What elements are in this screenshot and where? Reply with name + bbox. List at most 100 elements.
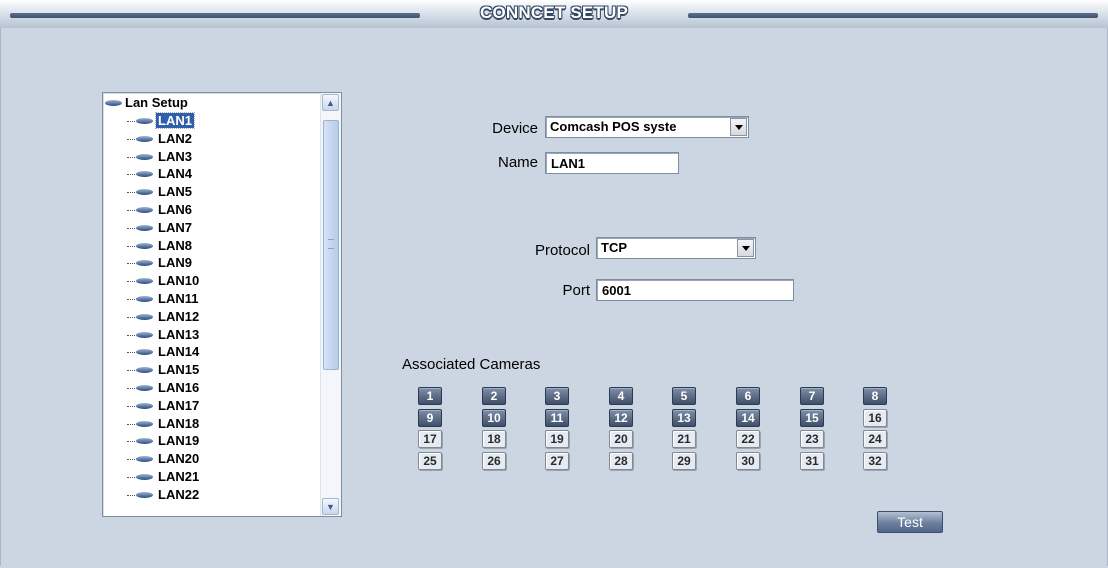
scroll-grip — [328, 239, 334, 249]
tree-connector — [127, 192, 135, 194]
camera-toggle-31[interactable]: 31 — [800, 452, 824, 470]
camera-toggle-6[interactable]: 6 — [736, 387, 760, 405]
chevron-down-icon[interactable] — [730, 118, 747, 136]
tree-item-label: LAN13 — [158, 327, 200, 342]
tree-item-lan20[interactable]: LAN20 — [127, 451, 201, 466]
tree-item-label: LAN9 — [158, 255, 192, 270]
camera-toggle-12[interactable]: 12 — [609, 409, 633, 427]
port-label: Port — [562, 282, 590, 299]
camera-toggle-32[interactable]: 32 — [863, 452, 887, 470]
camera-toggle-2[interactable]: 2 — [482, 387, 506, 405]
tree-connector — [127, 281, 135, 283]
camera-toggle-7[interactable]: 7 — [800, 387, 824, 405]
camera-toggle-18[interactable]: 18 — [482, 430, 506, 448]
camera-toggle-16[interactable]: 16 — [863, 409, 887, 427]
camera-toggle-3[interactable]: 3 — [545, 387, 569, 405]
tree-item-lan11[interactable]: LAN11 — [127, 291, 200, 306]
tree-root[interactable]: Lan Setup — [105, 95, 188, 111]
scroll-thumb[interactable] — [323, 120, 339, 370]
camera-toggle-10[interactable]: 10 — [482, 409, 506, 427]
device-select[interactable]: Comcash POS systе — [545, 116, 749, 138]
tree-item-label: LAN14 — [158, 344, 200, 359]
tree-item-label: LAN19 — [158, 433, 200, 448]
name-input[interactable] — [545, 152, 679, 174]
camera-toggle-25[interactable]: 25 — [418, 452, 442, 470]
camera-toggle-9[interactable]: 9 — [418, 409, 442, 427]
tree-item-lan17[interactable]: LAN17 — [127, 398, 201, 413]
tree-item-lan2[interactable]: LAN2 — [127, 131, 194, 146]
scroll-down-arrow-icon[interactable]: ▼ — [322, 498, 339, 515]
tree-item-lan1[interactable]: LAN1 — [127, 112, 195, 129]
camera-toggle-8[interactable]: 8 — [863, 387, 887, 405]
lan-node-icon — [136, 153, 153, 160]
tree-item-lan19[interactable]: LAN19 — [127, 433, 201, 448]
lan-node-icon — [136, 277, 153, 284]
camera-toggle-13[interactable]: 13 — [672, 409, 696, 427]
lan-tree[interactable]: Lan Setup LAN1 LAN2 LAN3 LAN4 LAN5 LAN6 LAN7 LA… — [102, 92, 342, 517]
chevron-down-icon[interactable] — [737, 239, 754, 257]
lan-node-icon — [136, 242, 153, 249]
tree-connector — [127, 317, 135, 319]
camera-toggle-22[interactable]: 22 — [736, 430, 760, 448]
camera-toggle-15[interactable]: 15 — [800, 409, 824, 427]
camera-toggle-28[interactable]: 28 — [609, 452, 633, 470]
camera-toggle-30[interactable]: 30 — [736, 452, 760, 470]
tree-item-lan9[interactable]: LAN9 — [127, 255, 194, 270]
tree-connector — [127, 477, 135, 479]
tree-item-lan3[interactable]: LAN3 — [127, 149, 194, 164]
tree-item-lan7[interactable]: LAN7 — [127, 220, 194, 235]
protocol-select[interactable]: TCP — [596, 237, 756, 259]
port-input[interactable] — [596, 279, 794, 301]
tree-item-lan16[interactable]: LAN16 — [127, 380, 201, 395]
tree-connector — [127, 406, 135, 408]
tree-item-lan5[interactable]: LAN5 — [127, 184, 194, 199]
camera-toggle-5[interactable]: 5 — [672, 387, 696, 405]
lan-node-icon — [136, 455, 153, 462]
tree-item-lan18[interactable]: LAN18 — [127, 416, 201, 431]
tree-item-lan21[interactable]: LAN21 — [127, 469, 201, 484]
tree-connector — [127, 228, 135, 230]
scroll-up-arrow-icon[interactable]: ▲ — [322, 94, 339, 111]
window-title: CONNCET SETUP — [479, 3, 629, 22]
tree-item-lan15[interactable]: LAN15 — [127, 362, 201, 377]
tree-root-label: Lan Setup — [125, 95, 188, 110]
camera-toggle-17[interactable]: 17 — [418, 430, 442, 448]
camera-toggle-29[interactable]: 29 — [672, 452, 696, 470]
camera-toggle-26[interactable]: 26 — [482, 452, 506, 470]
tree-connector — [127, 263, 135, 265]
protocol-select-value: TCP — [601, 240, 627, 255]
tree-connector — [127, 139, 135, 141]
tree-item-lan4[interactable]: LAN4 — [127, 166, 194, 181]
tree-item-lan8[interactable]: LAN8 — [127, 238, 194, 253]
camera-toggle-4[interactable]: 4 — [609, 387, 633, 405]
tree-item-lan10[interactable]: LAN10 — [127, 273, 201, 288]
lan-node-icon — [136, 206, 153, 213]
lan-node-icon — [136, 259, 153, 266]
lan-node-icon — [136, 348, 153, 355]
tree-item-label: LAN7 — [158, 220, 192, 235]
camera-toggle-21[interactable]: 21 — [672, 430, 696, 448]
camera-toggle-19[interactable]: 19 — [545, 430, 569, 448]
lan-node-icon — [136, 491, 153, 498]
tree-item-lan14[interactable]: LAN14 — [127, 344, 201, 359]
camera-toggle-20[interactable]: 20 — [609, 430, 633, 448]
tree-item-label: LAN5 — [158, 184, 192, 199]
camera-toggle-14[interactable]: 14 — [736, 409, 760, 427]
lan-node-icon — [105, 99, 122, 106]
tree-item-lan12[interactable]: LAN12 — [127, 309, 201, 324]
tree-item-lan6[interactable]: LAN6 — [127, 202, 194, 217]
lan-node-icon — [136, 331, 153, 338]
test-button[interactable]: Test — [877, 511, 943, 533]
lan-node-icon — [136, 437, 153, 444]
tree-item-lan13[interactable]: LAN13 — [127, 327, 201, 342]
tree-scrollbar[interactable]: ▲ ▼ — [320, 93, 341, 516]
camera-toggle-24[interactable]: 24 — [863, 430, 887, 448]
device-label: Device — [492, 120, 538, 137]
camera-toggle-23[interactable]: 23 — [800, 430, 824, 448]
tree-connector — [127, 441, 135, 443]
camera-toggle-27[interactable]: 27 — [545, 452, 569, 470]
camera-toggle-1[interactable]: 1 — [418, 387, 442, 405]
camera-toggle-11[interactable]: 11 — [545, 409, 569, 427]
tree-item-lan22[interactable]: LAN22 — [127, 487, 201, 502]
tree-item-label: LAN1 — [155, 112, 195, 129]
